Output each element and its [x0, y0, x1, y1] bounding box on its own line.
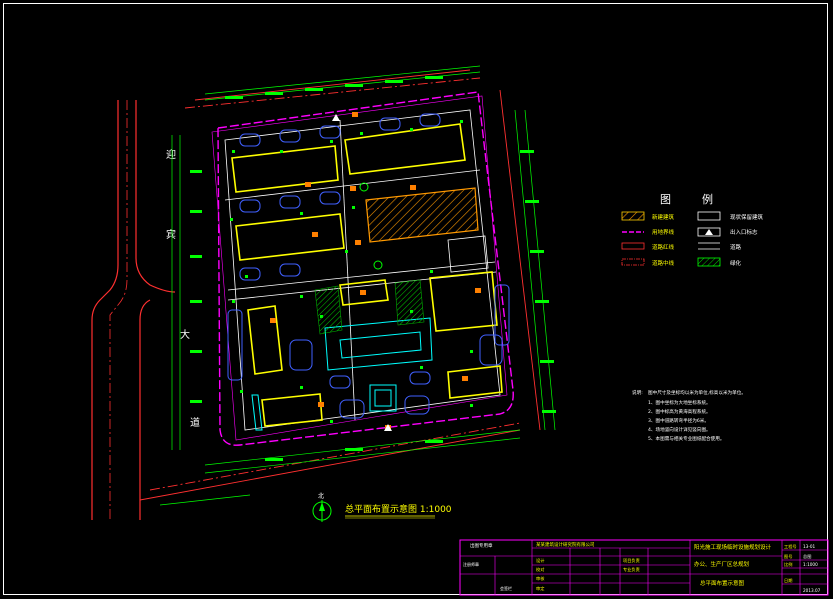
- legend-label-1: 用地界线: [652, 228, 675, 236]
- legend-label-5: 出入口标志: [730, 228, 758, 236]
- cell-project-no: 工程号: [784, 543, 797, 550]
- cell-check: 校对: [536, 566, 544, 573]
- stamp-label-0: 出图专用章: [470, 542, 493, 549]
- new-building-hatched: [365, 187, 479, 243]
- buildings: [231, 123, 503, 427]
- road-label-1: 迎: [166, 149, 176, 161]
- sub-title: 办公、生产厂区总规划: [694, 560, 749, 568]
- cell-discipline-lead: 专业负责: [623, 566, 640, 573]
- value-drawing-no: 总图: [803, 553, 811, 560]
- value-scale: 1:1000: [803, 562, 818, 567]
- plan-title: 总平面布置示意图 1:1000: [345, 503, 452, 515]
- notes-line-0: 图中尺寸及坐标均以米为单位,标高以米为单位。: [648, 389, 746, 396]
- north-road-line: [194, 69, 471, 101]
- notes-line-2: 2、图中标高为黄海高程系统。: [648, 408, 711, 415]
- cad-drawing-canvas: 迎 宾 大 道 总平面布置示意图 1:1000 北 图 例 新建建筑 用地界线 …: [0, 0, 833, 599]
- notes-heading: 说明:: [632, 389, 643, 396]
- north-arrow-icon: 北: [312, 492, 332, 522]
- legend-label-7: 绿化: [730, 259, 742, 267]
- title-block: 某某建筑设计研究院有限公司 阳光施工现场临时设施规划设计 办公、生产厂区总规划 …: [459, 539, 829, 596]
- road-boulevard: 迎 宾 大 道: [91, 100, 200, 520]
- stamp-label-2: 会签栏: [500, 585, 512, 591]
- project-title: 阳光施工现场临时设施规划设计: [694, 543, 772, 551]
- legend-swatch-centerline: [621, 258, 645, 266]
- entrance-triangle-icon: [705, 229, 713, 235]
- site-boundary: [217, 91, 514, 446]
- legend-swatch-red-line: [621, 242, 645, 250]
- entrance-markers: [332, 114, 392, 431]
- road-label-3: 大: [180, 328, 190, 341]
- legend-label-4: 现状保留建筑: [730, 213, 764, 221]
- legend-title-left: 图: [660, 193, 671, 206]
- legend-label-6: 道路: [730, 243, 742, 251]
- landscaping: [230, 120, 473, 423]
- notes-line-3: 3、图中道路转弯半径为6米。: [648, 417, 709, 424]
- cell-review: 审核: [536, 575, 545, 582]
- notes-line-5: 5、本图需与相关专业图纸配合使用。: [648, 435, 724, 442]
- legend-swatch-existing: [697, 211, 721, 221]
- cell-date: 日期: [784, 578, 792, 584]
- value-date: 2013.07: [803, 588, 821, 593]
- notes-line-4: 4、场地竖向设计详见竖向图。: [648, 426, 711, 433]
- site-plan-drawing: 迎 宾 大 道 总平面布置示意图 1:1000 北 图 例 新建建筑 用地界线 …: [91, 65, 829, 596]
- cyan-structures: [251, 317, 433, 431]
- notes-line-1: 1、图中坐标为大地坐标系统。: [648, 399, 711, 406]
- road-label-4: 道: [190, 416, 200, 429]
- drawing-notes: 说明: 图中尺寸及坐标均以米为单位,标高以米为单位。 1、图中坐标为大地坐标系统…: [632, 389, 746, 442]
- cell-approve: 审定: [536, 585, 544, 592]
- value-project-no: 13-01: [803, 544, 816, 549]
- east-road-line: [499, 89, 541, 431]
- legend-label-0: 新建建筑: [652, 213, 675, 221]
- green-area-east: [394, 279, 425, 326]
- cell-design: 设计: [536, 557, 544, 564]
- cell-scale: 比例: [784, 561, 792, 568]
- legend-title-right: 例: [702, 192, 713, 206]
- road-label-2: 宾: [166, 228, 176, 241]
- legend-label-3: 道路中线: [652, 259, 675, 267]
- drawing-name: 总平面布置示意图: [700, 579, 745, 587]
- legend-swatch-new-building: [621, 211, 645, 221]
- north-label: 北: [318, 492, 324, 500]
- legend-swatch-green: [697, 257, 721, 267]
- internal-roads: [224, 109, 501, 431]
- company-name: 某某建筑设计研究院有限公司: [536, 541, 595, 548]
- stamp-label-1: 注册师章: [463, 561, 479, 567]
- cell-project-lead: 项目负责: [623, 557, 640, 564]
- green-area-west: [314, 285, 343, 335]
- legend-label-2: 道路红线: [652, 243, 675, 251]
- cell-drawing-no: 图号: [784, 554, 792, 560]
- legend: 图 例 新建建筑 用地界线 道路红线 道路中线 现状保留建筑 出入口标志 道路 …: [621, 192, 764, 267]
- north-road-centerline: [184, 77, 481, 109]
- south-road-line: [139, 429, 521, 501]
